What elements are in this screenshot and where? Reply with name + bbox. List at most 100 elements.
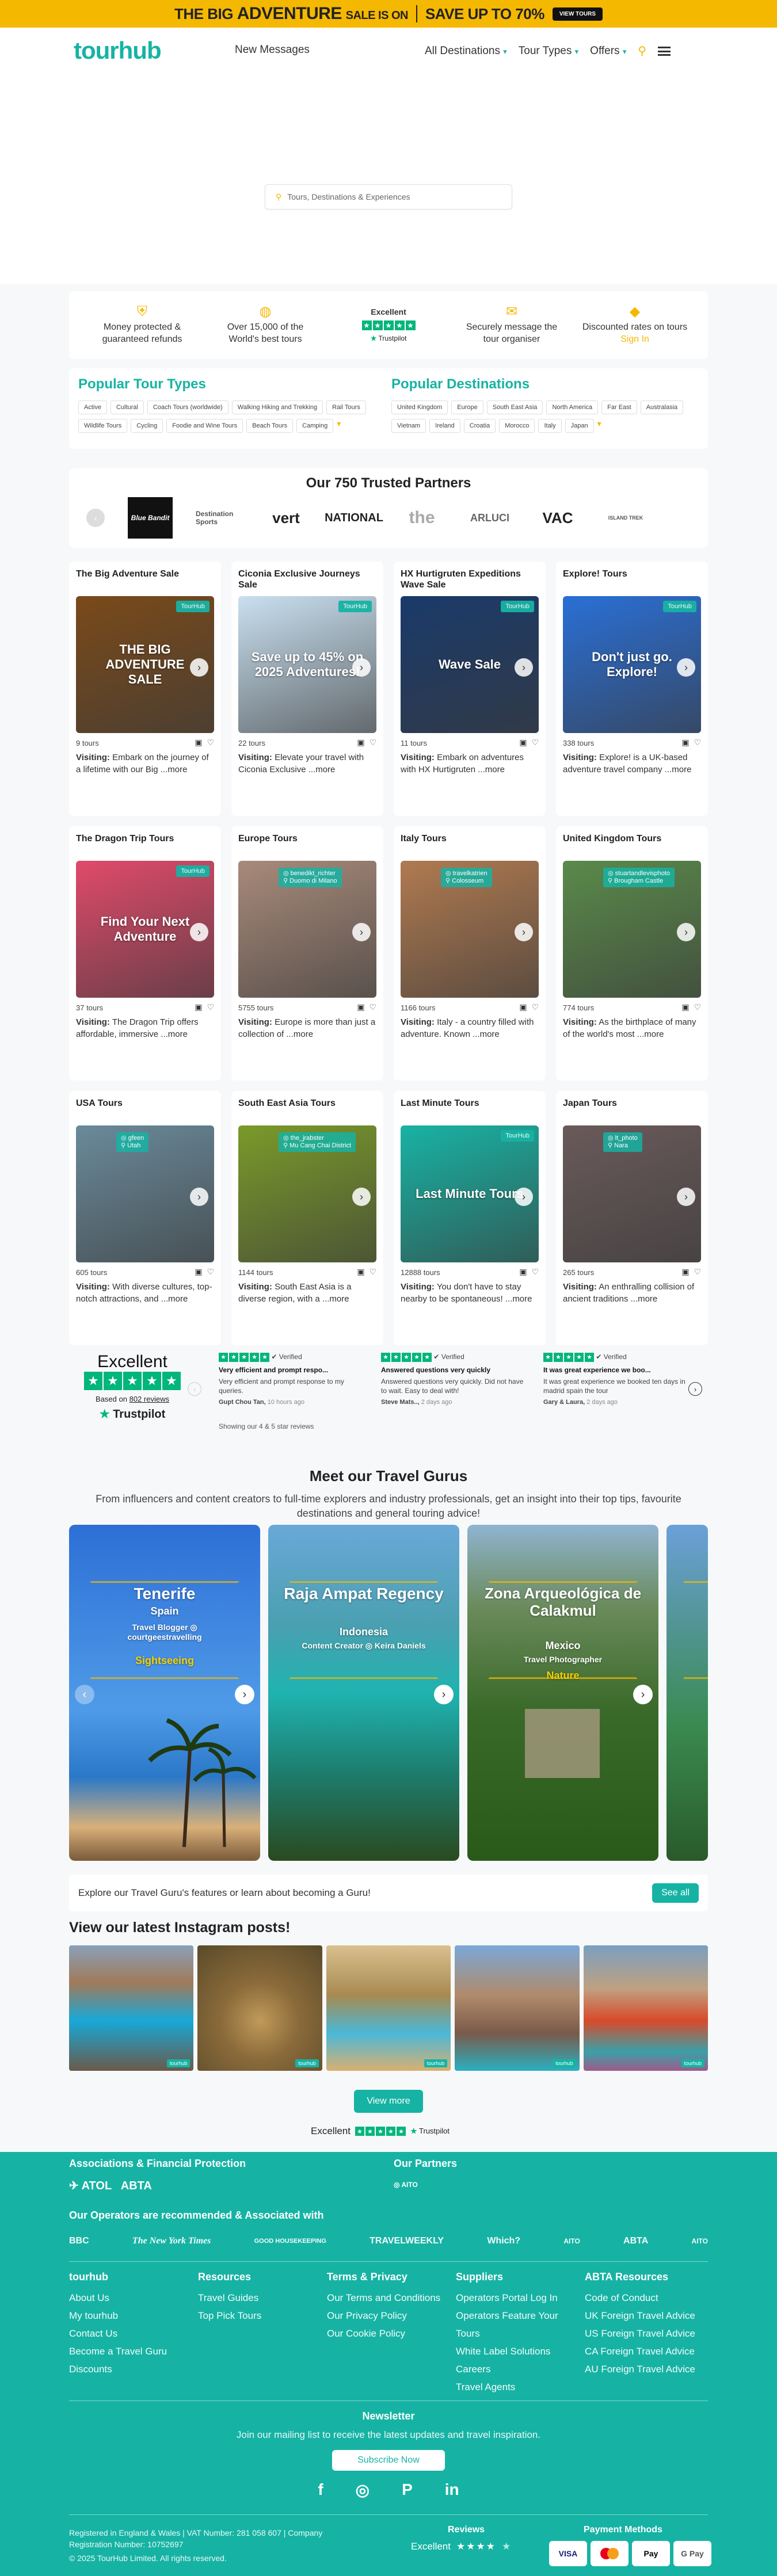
more-link[interactable]: ...more — [308, 765, 336, 774]
tour-image[interactable]: ◎ lt_photo ⚲ Nara › — [563, 1125, 701, 1262]
more-link[interactable]: ...more — [665, 765, 692, 774]
chevron-down-icon[interactable]: ▾ — [337, 419, 341, 433]
footer-link[interactable]: Discounts — [69, 2360, 184, 2378]
heart-icon[interactable]: ♡ — [207, 1267, 214, 1276]
footer-link[interactable]: CA Foreign Travel Advice — [585, 2342, 700, 2360]
footer-link[interactable]: Careers — [456, 2360, 571, 2378]
chip[interactable]: Italy — [538, 419, 562, 433]
footer-link[interactable]: Travel Agents — [456, 2378, 571, 2396]
menu-icon[interactable] — [658, 46, 671, 56]
partner-logo[interactable]: the — [399, 497, 444, 539]
partner-logo[interactable]: VAC — [535, 497, 580, 539]
tour-card[interactable]: Last Minute Tours Last Minute Tours TourHu… — [394, 1091, 546, 1345]
chevron-right-icon[interactable]: › — [352, 658, 371, 677]
heart-icon[interactable]: ♡ — [369, 738, 376, 747]
review-card[interactable]: ★ ★ ★ ★ ★ ✔ Verified Very efficient and promp… — [219, 1352, 368, 1407]
chevron-right-icon[interactable]: › — [190, 658, 208, 677]
footer-link[interactable]: Become a Travel Guru — [69, 2342, 184, 2360]
heart-icon[interactable]: ♡ — [531, 1267, 539, 1276]
instagram-icon[interactable]: ◎ — [356, 2480, 370, 2499]
chip[interactable]: Rail Tours — [326, 400, 366, 414]
tour-card-title[interactable]: Last Minute Tours — [401, 1098, 539, 1121]
tour-image[interactable]: ◎ gfeen ⚲ Utah › — [76, 1125, 214, 1262]
chevron-right-icon[interactable]: › — [515, 1188, 533, 1206]
more-link[interactable]: ...more — [161, 765, 188, 774]
chevron-right-icon[interactable]: › — [633, 1685, 653, 1704]
chip[interactable]: Coach Tours (worldwide) — [147, 400, 228, 414]
heart-icon[interactable]: ♡ — [531, 1002, 539, 1012]
heart-icon[interactable]: ♡ — [369, 1002, 376, 1012]
partner-logos[interactable]: ◎ AITO — [394, 2181, 418, 2189]
chevron-right-icon[interactable]: › — [515, 923, 533, 941]
chevron-right-icon[interactable]: › — [688, 1382, 702, 1396]
promo-banner[interactable]: THE BIG ADVENTURE SALE IS ON SAVE UP TO … — [0, 0, 777, 28]
tour-card[interactable]: Japan Tours ◎ lt_photo ⚲ Nara › 265 tours ▣ ♡… — [556, 1091, 708, 1345]
gallery-icon[interactable]: ▣ — [195, 738, 202, 747]
heart-icon[interactable]: ♡ — [694, 1267, 701, 1276]
tour-image[interactable]: ◎ stuartandlevisphoto ⚲ Brougham Castle › — [563, 861, 701, 998]
tour-image[interactable]: THE BIG ADVENTURE SALE TourHub › — [76, 596, 214, 733]
guru-card[interactable]: Raja Ampat Regency Indonesia Content Cre… — [268, 1525, 459, 1861]
more-link[interactable]: ...more — [161, 1029, 188, 1039]
chip[interactable]: Foodie and Wine Tours — [166, 419, 243, 433]
footer-link[interactable]: US Foreign Travel Advice — [585, 2325, 700, 2342]
chip[interactable]: Active — [78, 400, 107, 414]
sign-in-link[interactable]: Sign In — [620, 334, 649, 344]
tour-card-title[interactable]: Italy Tours — [401, 833, 539, 856]
tour-card-title[interactable]: Japan Tours — [563, 1098, 701, 1121]
chevron-right-icon[interactable]: › — [434, 1685, 454, 1704]
partner-logo[interactable]: Blue Bandit — [128, 497, 173, 539]
instagram-post[interactable]: tourhub — [197, 1945, 322, 2071]
tour-card-title[interactable]: Ciconia Exclusive Journeys Sale — [238, 568, 376, 591]
partner-logo[interactable]: Destination Sports — [196, 497, 241, 539]
chevron-right-icon[interactable]: › — [190, 923, 208, 941]
tour-card-title[interactable]: The Big Adventure Sale — [76, 568, 214, 591]
instagram-post[interactable]: tourhub — [326, 1945, 451, 2071]
tour-image[interactable]: Last Minute Tours TourHub › — [401, 1125, 539, 1262]
tour-card[interactable]: The Dragon Trip Tours Find Your Next Adve… — [69, 826, 221, 1081]
gallery-icon[interactable]: ▣ — [519, 1002, 527, 1012]
footer-trustpilot[interactable]: Excellent ★★★★ ★ — [411, 2541, 511, 2552]
heart-icon[interactable]: ♡ — [531, 738, 539, 747]
footer-link[interactable]: Operators Portal Log In — [456, 2289, 571, 2307]
tour-card-title[interactable]: Explore! Tours — [563, 568, 701, 591]
chevron-left-icon[interactable]: ‹ — [86, 509, 105, 527]
tour-image[interactable]: Wave Sale TourHub › — [401, 596, 539, 733]
chip[interactable]: North America — [546, 400, 599, 414]
tour-card[interactable]: Italy Tours ◎ travelkatrien ⚲ Colosseum › 11… — [394, 826, 546, 1081]
heart-icon[interactable]: ♡ — [207, 738, 214, 747]
footer-link[interactable]: Our Privacy Policy — [327, 2307, 442, 2325]
chip[interactable]: Vietnam — [391, 419, 426, 433]
chip[interactable]: Australasia — [640, 400, 684, 414]
footer-link[interactable]: UK Foreign Travel Advice — [585, 2307, 700, 2325]
usp-trustpilot[interactable]: Excellent ★ ★ ★ ★ ★ ★ Trustpilot — [334, 306, 443, 345]
gallery-icon[interactable]: ▣ — [519, 1267, 527, 1276]
chip[interactable]: Japan — [565, 419, 594, 433]
footer-link[interactable]: Our Cookie Policy — [327, 2325, 442, 2342]
chip[interactable]: Beach Tours — [246, 419, 294, 433]
tour-image[interactable]: ◎ benedikt_richter ⚲ Duomo di Milano › — [238, 861, 376, 998]
chip[interactable]: Europe — [451, 400, 483, 414]
gallery-icon[interactable]: ▣ — [195, 1267, 202, 1276]
review-card[interactable]: ★ ★ ★ ★ ★ ✔ Verified Answered questions very … — [381, 1352, 531, 1407]
chip[interactable]: Walking Hiking and Trekking — [231, 400, 323, 414]
gallery-icon[interactable]: ▣ — [681, 738, 689, 747]
footer-link[interactable]: White Label Solutions — [456, 2342, 571, 2360]
chip[interactable]: Croatia — [463, 419, 496, 433]
tour-image[interactable]: ◎ travelkatrien ⚲ Colosseum › — [401, 861, 539, 998]
gallery-icon[interactable]: ▣ — [357, 738, 364, 747]
chevron-right-icon[interactable]: › — [352, 923, 371, 941]
search-icon[interactable]: ⚲ — [638, 44, 646, 58]
search-input[interactable]: ⚲ Tours, Destinations & Experiences — [265, 184, 512, 209]
footer-link[interactable]: Operators Feature Your Tours — [456, 2307, 571, 2342]
linkedin-icon[interactable]: in — [445, 2480, 459, 2499]
chevron-right-icon[interactable]: › — [190, 1188, 208, 1206]
more-link[interactable]: ...more — [322, 1294, 349, 1304]
footer-link[interactable]: Travel Guides — [198, 2289, 313, 2307]
see-all-button[interactable]: See all — [652, 1883, 699, 1903]
subscribe-button[interactable]: Subscribe Now — [332, 2450, 445, 2471]
chevron-right-icon[interactable]: › — [677, 1188, 695, 1206]
more-link[interactable]: ...more — [637, 1029, 664, 1039]
footer-link[interactable]: Top Pick Tours — [198, 2307, 313, 2325]
gallery-icon[interactable]: ▣ — [357, 1267, 364, 1276]
